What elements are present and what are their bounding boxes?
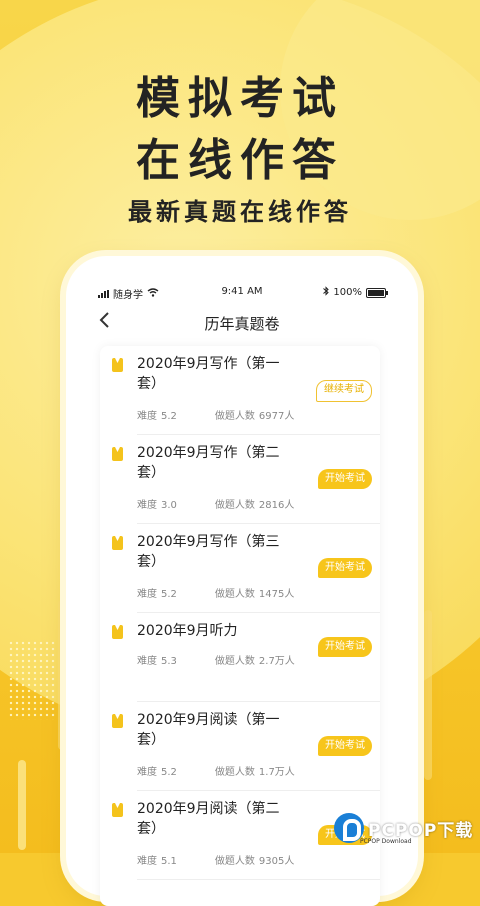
exam-title: 2020年9月听力 xyxy=(137,623,238,639)
exam-meta: 难度 5.1 做题人数 9305人 xyxy=(137,852,298,867)
difficulty-label: 难度 xyxy=(137,411,157,422)
difficulty-value: 5.3 xyxy=(161,656,177,667)
start-exam-button[interactable]: 开始考试 xyxy=(318,469,372,489)
start-exam-button[interactable]: 开始考试 xyxy=(318,637,372,657)
promo-title-line2: 在线作答 xyxy=(136,135,344,186)
decor-stripe xyxy=(58,600,66,750)
divider xyxy=(137,879,380,880)
exam-meta: 难度 5.2 做题人数 1475人 xyxy=(137,585,298,600)
difficulty-label: 难度 xyxy=(137,500,157,511)
watermark-brand: PCPOP下载 xyxy=(368,820,474,841)
exam-list-item[interactable]: 2020年9月听力难度 5.3 做题人数 2.7万人 开始考试 xyxy=(100,613,380,702)
exam-meta: 难度 5.2 做题人数 1.7万人 xyxy=(137,763,299,778)
count-value: 1475人 xyxy=(258,589,295,600)
bluetooth-icon xyxy=(323,286,330,299)
decor-dots xyxy=(8,640,56,720)
battery-percent: 100% xyxy=(333,287,362,298)
difficulty-label: 难度 xyxy=(137,767,157,778)
start-exam-button[interactable]: 开始考试 xyxy=(318,558,372,578)
difficulty-value: 5.1 xyxy=(161,856,177,867)
count-value: 6977人 xyxy=(258,411,295,422)
battery-icon xyxy=(366,287,388,298)
exam-list-item[interactable]: 2020年9月写作（第一套） 难度 5.2 做题人数 6977人 继续考试 xyxy=(100,346,380,435)
count-label: 做题人数 xyxy=(214,856,255,867)
difficulty-label: 难度 xyxy=(137,856,157,867)
promo-title-line1: 模拟考试 xyxy=(136,73,344,124)
count-label: 做题人数 xyxy=(214,656,255,667)
document-icon xyxy=(112,803,123,817)
difficulty-value: 5.2 xyxy=(161,411,177,422)
count-label: 做题人数 xyxy=(214,767,255,778)
exam-list-item[interactable]: 2020年9月写作（第二套） 难度 3.0 做题人数 2816人 开始考试 xyxy=(100,435,380,524)
exam-list-item[interactable]: 2020年9月写作（第三套） 难度 5.2 做题人数 1475人 开始考试 xyxy=(100,524,380,613)
page-title: 历年真题卷 xyxy=(204,315,280,333)
exam-meta: 难度 3.0 做题人数 2816人 xyxy=(137,496,298,511)
difficulty-value: 3.0 xyxy=(161,500,177,511)
status-bar: 随身学 9:41 AM 100% xyxy=(66,284,418,301)
count-value: 9305人 xyxy=(258,856,295,867)
difficulty-value: 5.2 xyxy=(161,767,177,778)
phone-frame: 随身学 9:41 AM 100% 历年真题卷 2020年9月写作（第一套） 难度 5… xyxy=(66,256,418,906)
decor-stripe xyxy=(18,760,26,850)
count-value: 2816人 xyxy=(258,500,295,511)
exam-meta: 难度 5.3 做题人数 2.7万人 xyxy=(137,652,299,667)
count-label: 做题人数 xyxy=(214,589,255,600)
promo-subtitle: 最新真题在线作答 xyxy=(128,198,352,226)
watermark-tagline: PCPOP Download xyxy=(360,838,412,845)
start-exam-button[interactable]: 开始考试 xyxy=(318,736,372,756)
exam-title: 2020年9月写作（第二套） xyxy=(137,445,280,481)
decor-stripe xyxy=(424,610,432,780)
nav-bar: 历年真题卷 xyxy=(66,308,418,338)
exam-title: 2020年9月写作（第一套） xyxy=(137,356,280,392)
document-icon xyxy=(112,536,123,550)
exam-title: 2020年9月阅读（第一套） xyxy=(137,712,280,748)
document-icon xyxy=(112,714,123,728)
document-icon xyxy=(112,447,123,461)
difficulty-label: 难度 xyxy=(137,656,157,667)
document-icon xyxy=(112,625,123,639)
count-value: 2.7万人 xyxy=(258,656,295,667)
count-value: 1.7万人 xyxy=(258,767,295,778)
difficulty-value: 5.2 xyxy=(161,589,177,600)
exam-title: 2020年9月阅读（第二套） xyxy=(137,801,280,837)
exam-list-item[interactable]: 2020年9月阅读（第一套） 难度 5.2 做题人数 1.7万人 开始考试 xyxy=(100,702,380,791)
count-label: 做题人数 xyxy=(214,411,255,422)
continue-exam-button[interactable]: 继续考试 xyxy=(316,380,372,402)
document-icon xyxy=(112,358,123,372)
exam-title: 2020年9月写作（第三套） xyxy=(137,534,280,570)
exam-meta: 难度 5.2 做题人数 6977人 xyxy=(137,407,298,422)
count-label: 做题人数 xyxy=(214,500,255,511)
difficulty-label: 难度 xyxy=(137,589,157,600)
